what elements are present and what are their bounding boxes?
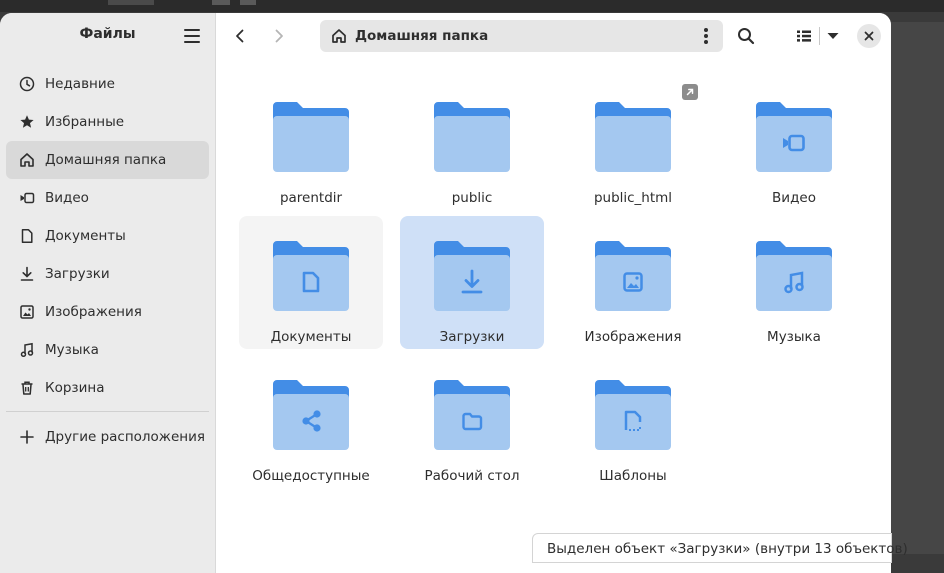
file-item-label: Шаблоны — [599, 468, 667, 484]
file-item-label: Видео — [772, 190, 816, 206]
chevron-down-icon — [827, 33, 839, 39]
video-icon — [18, 189, 36, 207]
folder-share-icon — [273, 380, 349, 450]
path-menu-icon[interactable] — [704, 28, 708, 44]
image-icon — [18, 303, 36, 321]
plus-icon — [18, 428, 36, 446]
file-item-public-share[interactable]: Общедоступные — [239, 355, 383, 488]
sidebar-item-label: Домашняя папка — [45, 152, 167, 168]
chevron-right-icon — [275, 29, 283, 43]
file-item-desktop[interactable]: Рабочий стол — [400, 355, 544, 488]
chevron-left-icon — [236, 29, 244, 43]
sidebar-item-pictures[interactable]: Изображения — [6, 293, 209, 331]
sidebar-item-label: Документы — [45, 228, 126, 244]
top-panel — [0, 0, 944, 12]
forward-button[interactable] — [266, 23, 292, 49]
file-item-templates[interactable]: Шаблоны — [561, 355, 705, 488]
close-icon — [864, 31, 874, 41]
app-title: Файлы — [79, 26, 136, 42]
sidebar-item-other-locations[interactable]: Другие расположения — [6, 418, 209, 456]
folder-pictures-icon — [595, 241, 671, 311]
document-icon — [18, 227, 36, 245]
path-label: Домашняя папка — [355, 28, 489, 44]
file-item-label: Документы — [270, 329, 352, 345]
sidebar-item-home[interactable]: Домашняя папка — [6, 141, 209, 179]
sidebar-item-label: Изображения — [45, 304, 142, 320]
file-item-label: Изображения — [584, 329, 682, 345]
sidebar-item-label: Корзина — [45, 380, 105, 396]
sidebar: Файлы Недавние Избранные Домашняя папка … — [0, 13, 216, 573]
star-icon — [18, 113, 36, 131]
panel-item — [240, 0, 256, 5]
background-window — [891, 22, 944, 554]
close-window-button[interactable] — [857, 24, 881, 48]
home-icon — [331, 28, 347, 48]
file-item-public-html[interactable]: public_html — [561, 77, 705, 210]
home-icon — [18, 151, 36, 169]
file-item-public[interactable]: public — [400, 77, 544, 210]
files-window: Файлы Недавние Избранные Домашняя папка … — [0, 13, 891, 573]
file-item-downloads[interactable]: Загрузки — [400, 216, 544, 349]
sidebar-item-label: Видео — [45, 190, 89, 206]
file-item-label: public — [451, 190, 493, 206]
sidebar-item-starred[interactable]: Избранные — [6, 103, 209, 141]
folder-icon — [595, 102, 671, 172]
sidebar-item-label: Другие расположения — [45, 429, 205, 445]
trash-icon — [18, 379, 36, 397]
sidebar-item-music[interactable]: Музыка — [6, 331, 209, 369]
file-item-label: public_html — [593, 190, 673, 206]
folder-downloads-icon — [434, 241, 510, 311]
file-item-label: Музыка — [767, 329, 821, 345]
search-button[interactable] — [733, 23, 759, 49]
file-item-label: Рабочий стол — [424, 468, 520, 484]
folder-icon — [273, 102, 349, 172]
sidebar-item-videos[interactable]: Видео — [6, 179, 209, 217]
sidebar-item-trash[interactable]: Корзина — [6, 369, 209, 407]
path-bar[interactable]: Домашняя папка — [320, 20, 723, 52]
file-item-pictures[interactable]: Изображения — [561, 216, 705, 349]
file-item-parentdir[interactable]: parentdir — [239, 77, 383, 210]
sidebar-item-label: Загрузки — [45, 266, 110, 282]
main-content: Домашняя папка parentdir public public_h… — [216, 13, 891, 573]
view-toggle-button[interactable] — [791, 23, 817, 49]
sidebar-item-label: Недавние — [45, 76, 115, 92]
sidebar-separator — [6, 411, 209, 412]
list-view-icon — [797, 30, 811, 42]
folder-desktop-icon — [434, 380, 510, 450]
sidebar-header: Файлы — [0, 13, 215, 59]
sidebar-item-downloads[interactable]: Загрузки — [6, 255, 209, 293]
music-icon — [18, 341, 36, 359]
file-item-label: Общедоступные — [252, 468, 370, 484]
file-item-music[interactable]: Музыка — [722, 216, 866, 349]
folder-icon — [434, 102, 510, 172]
folder-templates-icon — [595, 380, 671, 450]
sidebar-places: Недавние Избранные Домашняя папка Видео — [0, 65, 215, 456]
folder-music-icon — [756, 241, 832, 311]
sidebar-item-documents[interactable]: Документы — [6, 217, 209, 255]
file-item-documents[interactable]: Документы — [239, 216, 383, 349]
file-item-label: Загрузки — [439, 329, 505, 345]
headerbar: Домашняя папка — [216, 13, 891, 59]
sidebar-item-label: Музыка — [45, 342, 99, 358]
status-overlay: Выделен объект «Загрузки» (внутри 13 объ… — [532, 533, 908, 563]
view-options-button[interactable] — [820, 23, 846, 49]
download-icon — [18, 265, 36, 283]
clock-icon — [18, 75, 36, 93]
file-item-videos[interactable]: Видео — [722, 77, 866, 210]
main-menu-button[interactable] — [184, 29, 200, 43]
folder-documents-icon — [273, 241, 349, 311]
file-item-label: parentdir — [279, 190, 343, 206]
sidebar-item-label: Избранные — [45, 114, 125, 130]
panel-item — [108, 0, 154, 5]
search-icon — [738, 28, 755, 45]
panel-item — [212, 0, 230, 5]
folder-video-icon — [756, 102, 832, 172]
sidebar-item-recent[interactable]: Недавние — [6, 65, 209, 103]
back-button[interactable] — [227, 23, 253, 49]
